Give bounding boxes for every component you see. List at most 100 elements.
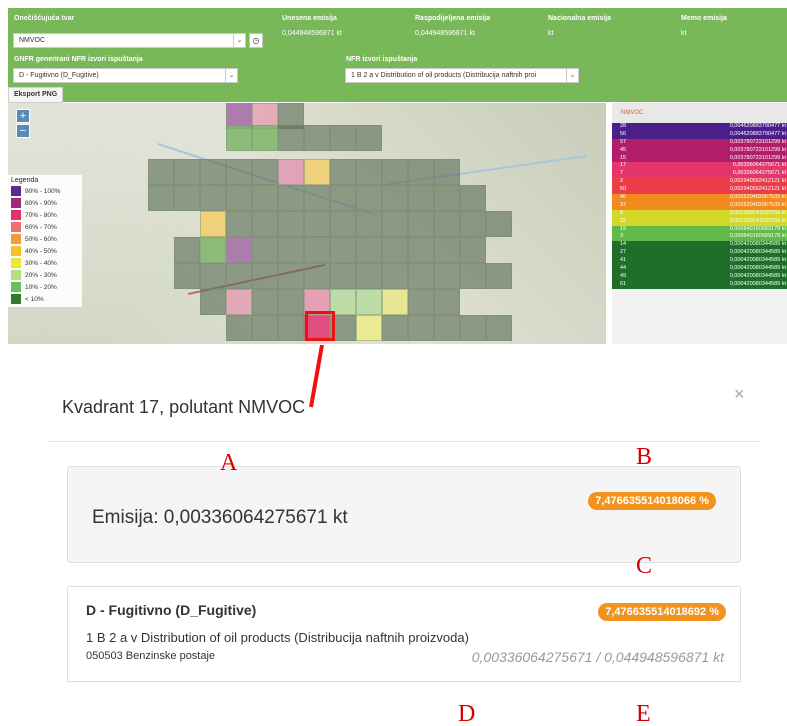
grid-quadrant[interactable] — [278, 289, 304, 315]
grid-quadrant[interactable] — [200, 159, 226, 185]
grid-quadrant[interactable] — [356, 159, 382, 185]
grid-quadrant[interactable] — [330, 125, 356, 151]
color-table-row[interactable]: 56 0,004620883790477 kt — [612, 130, 787, 139]
grid-quadrant[interactable] — [434, 211, 460, 237]
grid-quadrant[interactable] — [460, 211, 486, 237]
grid-quadrant[interactable] — [408, 289, 434, 315]
grid-quadrant[interactable] — [408, 211, 434, 237]
grid-quadrant[interactable] — [304, 159, 330, 185]
grid-quadrant[interactable] — [226, 263, 252, 289]
grid-quadrant[interactable] — [174, 185, 200, 211]
grid-quadrant[interactable] — [174, 263, 200, 289]
grid-quadrant[interactable] — [278, 315, 304, 341]
grid-quadrant[interactable] — [226, 315, 252, 341]
grid-quadrant[interactable] — [382, 237, 408, 263]
grid-quadrant[interactable] — [278, 237, 304, 263]
grid-quadrant[interactable] — [356, 237, 382, 263]
grid-quadrant[interactable] — [330, 185, 356, 211]
color-table-row[interactable]: 19 0,000840160689178 kt — [612, 225, 787, 234]
grid-quadrant[interactable] — [252, 315, 278, 341]
grid-quadrant[interactable] — [330, 237, 356, 263]
grid-quadrant[interactable] — [226, 185, 252, 211]
grid-quadrant[interactable] — [226, 211, 252, 237]
grid-quadrant[interactable] — [226, 159, 252, 185]
close-icon[interactable]: × — [734, 384, 745, 405]
zoom-in-button[interactable]: + — [16, 109, 30, 123]
color-table-row[interactable]: 28 0,004620883790477 kt — [612, 123, 787, 131]
grid-quadrant[interactable] — [330, 263, 356, 289]
grid-quadrant[interactable] — [408, 237, 434, 263]
pollutant-select[interactable]: NMVOC ⌄ — [13, 33, 246, 48]
grid-quadrant[interactable] — [382, 289, 408, 315]
grid-quadrant[interactable] — [434, 263, 460, 289]
grid-quadrant[interactable] — [356, 211, 382, 237]
grid-quadrant[interactable] — [226, 125, 252, 151]
color-table-row[interactable]: 49 0,000420080344589 kt — [612, 272, 787, 281]
grid-quadrant[interactable] — [278, 185, 304, 211]
nfr-select[interactable]: 1 B 2 a v Distribution of oil products (… — [345, 68, 579, 83]
grid-quadrant[interactable] — [226, 289, 252, 315]
grid-quadrant[interactable] — [252, 289, 278, 315]
color-table-row[interactable]: 22 0,001260241033766 kt — [612, 217, 787, 226]
grid-quadrant[interactable] — [330, 159, 356, 185]
grid-quadrant[interactable] — [252, 125, 278, 151]
color-table-row[interactable]: 61 0,000420080344589 kt — [612, 280, 787, 289]
grid-quadrant[interactable] — [460, 263, 486, 289]
color-table-row[interactable]: 37 0,002520482067533 kt — [612, 201, 787, 210]
grid-quadrant[interactable] — [200, 263, 226, 289]
grid-quadrant[interactable] — [252, 185, 278, 211]
grid-quadrant[interactable] — [460, 185, 486, 211]
grid-quadrant[interactable] — [226, 237, 252, 263]
grid-quadrant[interactable] — [278, 211, 304, 237]
grid-quadrant[interactable] — [434, 315, 460, 341]
clock-icon[interactable]: ◷ — [249, 33, 263, 48]
grid-quadrant[interactable] — [356, 315, 382, 341]
grid-quadrant[interactable] — [278, 263, 304, 289]
grid-quadrant[interactable] — [304, 185, 330, 211]
grid-quadrant[interactable] — [382, 159, 408, 185]
color-table-row[interactable]: 7 0,00336064275671 kt — [612, 170, 787, 179]
color-table-row[interactable]: 27 0,000420080344589 kt — [612, 249, 787, 258]
grid-quadrant[interactable] — [356, 289, 382, 315]
color-table-row[interactable]: 3 0,000840160689178 kt — [612, 233, 787, 242]
grid-quadrant[interactable] — [486, 211, 512, 237]
grid-quadrant[interactable] — [200, 237, 226, 263]
export-png-button[interactable]: Eksport PNG — [8, 87, 64, 103]
grid-quadrant[interactable] — [408, 315, 434, 341]
grid-quadrant[interactable] — [278, 125, 304, 151]
grid-quadrant[interactable] — [252, 263, 278, 289]
grid-quadrant[interactable] — [382, 315, 408, 341]
color-table-row[interactable]: 14 0,000420080344589 kt — [612, 241, 787, 250]
grid-quadrant[interactable] — [304, 263, 330, 289]
color-table-row[interactable]: 2 0,002940562412121 kt — [612, 178, 787, 187]
grid-quadrant[interactable] — [460, 315, 486, 341]
grid-quadrant[interactable] — [486, 315, 512, 341]
grid-quadrant[interactable] — [356, 185, 382, 211]
color-table-row[interactable]: 41 0,000420080344589 kt — [612, 257, 787, 266]
grid-quadrant[interactable] — [382, 211, 408, 237]
grid-quadrant[interactable] — [304, 211, 330, 237]
grid-quadrant[interactable] — [148, 185, 174, 211]
color-table-row[interactable]: 15 0,003780723101299 kt — [612, 154, 787, 163]
grid-quadrant[interactable] — [200, 185, 226, 211]
grid-quadrant[interactable] — [252, 211, 278, 237]
grid-quadrant[interactable] — [330, 211, 356, 237]
grid-quadrant[interactable] — [252, 159, 278, 185]
grid-quadrant[interactable] — [304, 125, 330, 151]
grid-quadrant[interactable] — [174, 159, 200, 185]
grid-quadrant[interactable] — [252, 237, 278, 263]
color-table-row[interactable]: 46 0,002520482067533 kt — [612, 194, 787, 202]
zoom-out-button[interactable]: − — [16, 124, 30, 138]
grid-quadrant[interactable] — [408, 263, 434, 289]
color-table-row[interactable]: 50 0,002940562412121 kt — [612, 186, 787, 195]
grid-quadrant[interactable] — [148, 159, 174, 185]
grid-quadrant[interactable] — [356, 125, 382, 151]
color-table-row[interactable]: 17 0,00336064275671 kt — [612, 162, 787, 171]
grid-quadrant[interactable] — [434, 159, 460, 185]
color-table-row[interactable]: 45 0,003780723101299 kt — [612, 146, 787, 155]
grid-quadrant[interactable] — [382, 263, 408, 289]
grid-quadrant[interactable] — [356, 263, 382, 289]
grid-quadrant[interactable] — [408, 159, 434, 185]
grid-quadrant[interactable] — [174, 237, 200, 263]
emission-grid-map[interactable]: + − Legenda 90% - 100% 80% - 90% 70% - 80%… — [8, 103, 606, 344]
